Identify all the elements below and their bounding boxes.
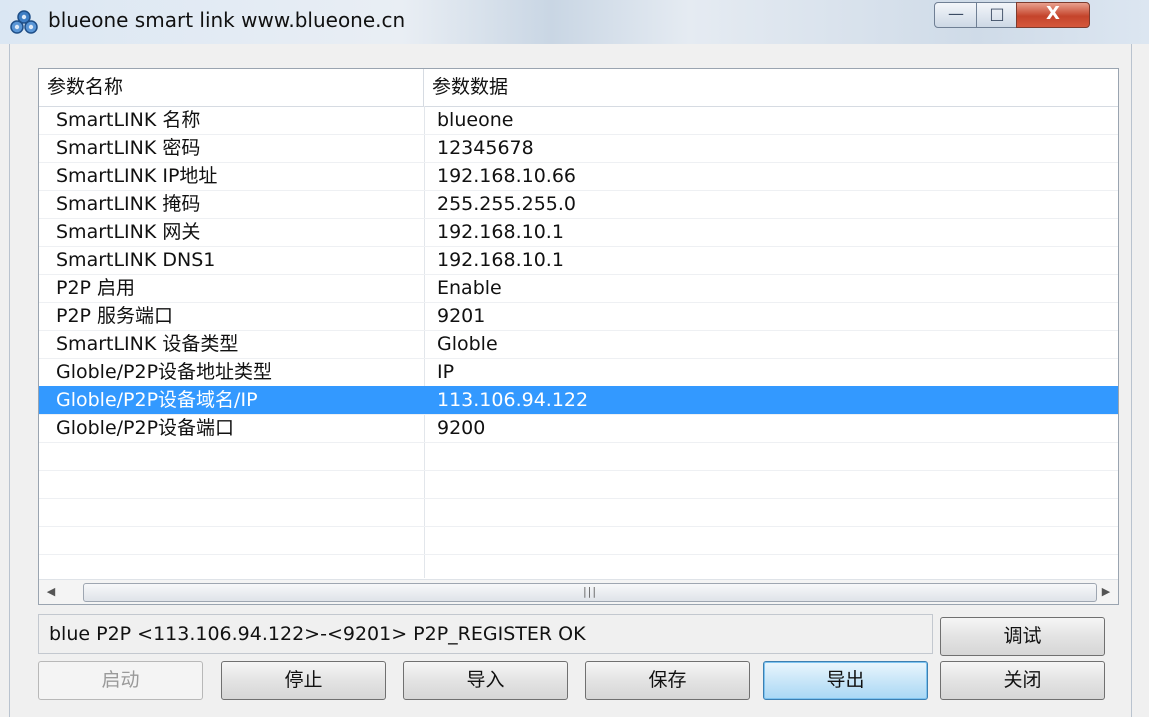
app-logo-icon [10,10,38,34]
status-text: blue P2P <113.106.94.122>-<9201> P2P_REG… [49,623,586,645]
param-name: Globle/P2P设备域名/IP [56,389,258,411]
param-value: 9201 [437,305,486,327]
save-button[interactable]: 保存 [585,661,750,700]
maximize-button[interactable]: □ [976,2,1018,28]
scroll-right-arrow-icon[interactable]: ▶ [1094,580,1118,604]
table-row[interactable]: P2P 启用 Enable [39,274,1118,303]
param-value: Globle [437,333,498,355]
table-row[interactable]: SmartLINK 密码 12345678 [39,134,1118,163]
start-button[interactable]: 启动 [38,661,203,700]
param-value: 192.168.10.66 [437,165,577,187]
param-name: Globle/P2P设备地址类型 [56,361,273,383]
table-row[interactable]: Globle/P2P设备地址类型 IP [39,358,1118,387]
column-header-name[interactable]: 参数名称 [39,69,424,106]
param-name: SmartLINK IP地址 [56,165,218,187]
minimize-button[interactable]: — [934,2,978,28]
title-bar: blueone smart link www.blueone.cn — □ X [0,0,1149,44]
table-row[interactable]: SmartLINK 掩码 255.255.255.0 [39,190,1118,219]
column-header-value[interactable]: 参数数据 [424,69,1118,106]
empty-row [39,442,1118,471]
param-value: 192.168.10.1 [437,221,564,243]
param-name: SmartLINK DNS1 [56,249,216,271]
param-value: 192.168.10.1 [437,249,564,271]
param-value: 9200 [437,417,486,439]
maximize-icon: □ [989,4,1005,23]
close-window-button[interactable]: X [1016,2,1090,28]
empty-row [39,526,1118,555]
param-name: P2P 服务端口 [56,305,174,327]
param-name: SmartLINK 网关 [56,221,201,243]
close-icon: X [1046,3,1060,24]
export-button[interactable]: 导出 [763,661,928,700]
table-row[interactable]: SmartLINK 名称 blueone [39,106,1118,135]
scroll-left-arrow-icon[interactable]: ◀ [39,580,63,604]
table-row-selected[interactable]: Globle/P2P设备域名/IP 113.106.94.122 [39,386,1118,415]
param-name: SmartLINK 设备类型 [56,333,239,355]
table-row[interactable]: Globle/P2P设备端口 9200 [39,414,1118,443]
list-header: 参数名称 参数数据 [39,69,1118,107]
status-box: blue P2P <113.106.94.122>-<9201> P2P_REG… [38,614,933,654]
scroll-grip-icon: ||| [582,585,598,598]
empty-row [39,498,1118,527]
param-name: P2P 启用 [56,277,136,299]
horizontal-scrollbar[interactable]: ◀ ||| ▶ [39,579,1118,604]
import-button[interactable]: 导入 [403,661,568,700]
param-value: blueone [437,109,514,131]
param-name: SmartLINK 名称 [56,109,201,131]
scroll-thumb[interactable]: ||| [83,583,1097,602]
empty-row [39,470,1118,499]
table-row[interactable]: SmartLINK 网关 192.168.10.1 [39,218,1118,247]
param-value: 12345678 [437,137,534,159]
window-title: blueone smart link www.blueone.cn [48,8,406,32]
table-row[interactable]: SmartLINK DNS1 192.168.10.1 [39,246,1118,275]
param-name: SmartLINK 密码 [56,137,201,159]
parameter-list[interactable]: 参数名称 参数数据 SmartLINK 名称 blueone SmartLINK… [38,68,1119,605]
stop-button[interactable]: 停止 [221,661,386,700]
param-name: SmartLINK 掩码 [56,193,201,215]
param-value: 113.106.94.122 [437,389,589,411]
table-row[interactable]: SmartLINK IP地址 192.168.10.66 [39,162,1118,191]
debug-button[interactable]: 调试 [940,617,1105,656]
param-name: Globle/P2P设备端口 [56,417,235,439]
param-value: IP [437,361,455,383]
table-row[interactable]: P2P 服务端口 9201 [39,302,1118,331]
param-value: 255.255.255.0 [437,193,577,215]
param-value: Enable [437,277,502,299]
table-row[interactable]: SmartLINK 设备类型 Globle [39,330,1118,359]
minimize-icon: — [948,4,964,23]
close-button[interactable]: 关闭 [940,661,1105,700]
